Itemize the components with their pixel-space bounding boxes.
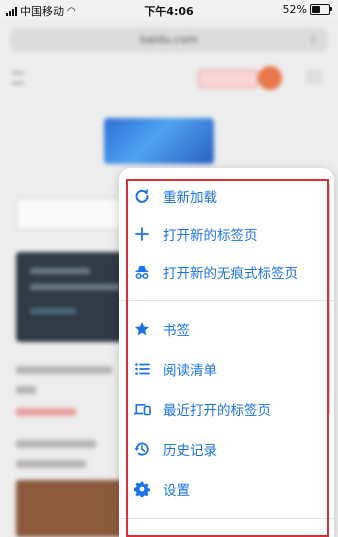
page-text-line <box>16 460 86 468</box>
incognito-icon <box>133 263 151 281</box>
menu-item-settings[interactable]: 设置 <box>133 474 323 504</box>
page-badge[interactable] <box>198 70 258 88</box>
status-right: 52% <box>282 3 332 16</box>
menu-item-label: 重新加载 <box>163 190 217 206</box>
url-bar[interactable]: baidu.com ⇪ <box>10 28 328 52</box>
page-text-line <box>16 408 76 416</box>
reload-icon <box>133 187 151 205</box>
menu-item-label: 书签 <box>163 323 190 339</box>
page-menu-icon[interactable] <box>12 72 24 84</box>
menu-item-reading-list[interactable]: 阅读清单 <box>133 354 323 384</box>
overflow-menu: 重新加载 打开新的标签页 打开新的无痕式标签页 书签 阅读清单 最近打开的标签页 <box>119 168 334 537</box>
menu-item-label: 阅读清单 <box>163 363 217 379</box>
menu-item-history[interactable]: 历史记录 <box>133 434 323 464</box>
star-icon <box>133 320 151 338</box>
share-icon[interactable]: ⇪ <box>309 28 318 52</box>
list-icon <box>133 360 151 378</box>
menu-item-new-incognito-tab[interactable]: 打开新的无痕式标签页 <box>133 257 323 287</box>
page-avatar[interactable] <box>258 66 282 90</box>
page-mini-icon[interactable] <box>306 70 322 84</box>
page-text-line <box>16 440 96 448</box>
status-bar: 中国移动 ◠ 下午4:06 52% <box>0 0 338 20</box>
menu-item-reload[interactable]: 重新加载 <box>133 181 323 211</box>
menu-divider <box>119 518 334 519</box>
menu-item-label: 打开新的无痕式标签页 <box>163 266 298 282</box>
battery-percent: 52% <box>282 3 307 16</box>
devices-icon <box>133 400 151 418</box>
page-photo[interactable] <box>16 480 126 537</box>
page-text-line <box>16 386 36 394</box>
battery-fill <box>312 6 320 13</box>
page-text-line <box>16 366 112 374</box>
menu-scrollbar[interactable] <box>327 184 330 414</box>
menu-item-label: 历史记录 <box>163 443 217 459</box>
menu-item-label: 设置 <box>163 483 190 499</box>
menu-item-label: 打开新的标签页 <box>163 228 258 244</box>
menu-divider <box>119 300 334 301</box>
menu-item-recent-tabs[interactable]: 最近打开的标签页 <box>133 394 323 424</box>
baidu-logo <box>104 118 214 164</box>
menu-item-bookmarks[interactable]: 书签 <box>133 314 323 344</box>
menu-item-label: 最近打开的标签页 <box>163 403 271 419</box>
url-text: baidu.com <box>140 33 198 46</box>
history-icon <box>133 440 151 458</box>
gear-icon <box>133 480 151 498</box>
battery-icon <box>310 4 332 15</box>
menu-item-new-tab[interactable]: 打开新的标签页 <box>133 219 323 249</box>
plus-icon <box>133 225 151 243</box>
